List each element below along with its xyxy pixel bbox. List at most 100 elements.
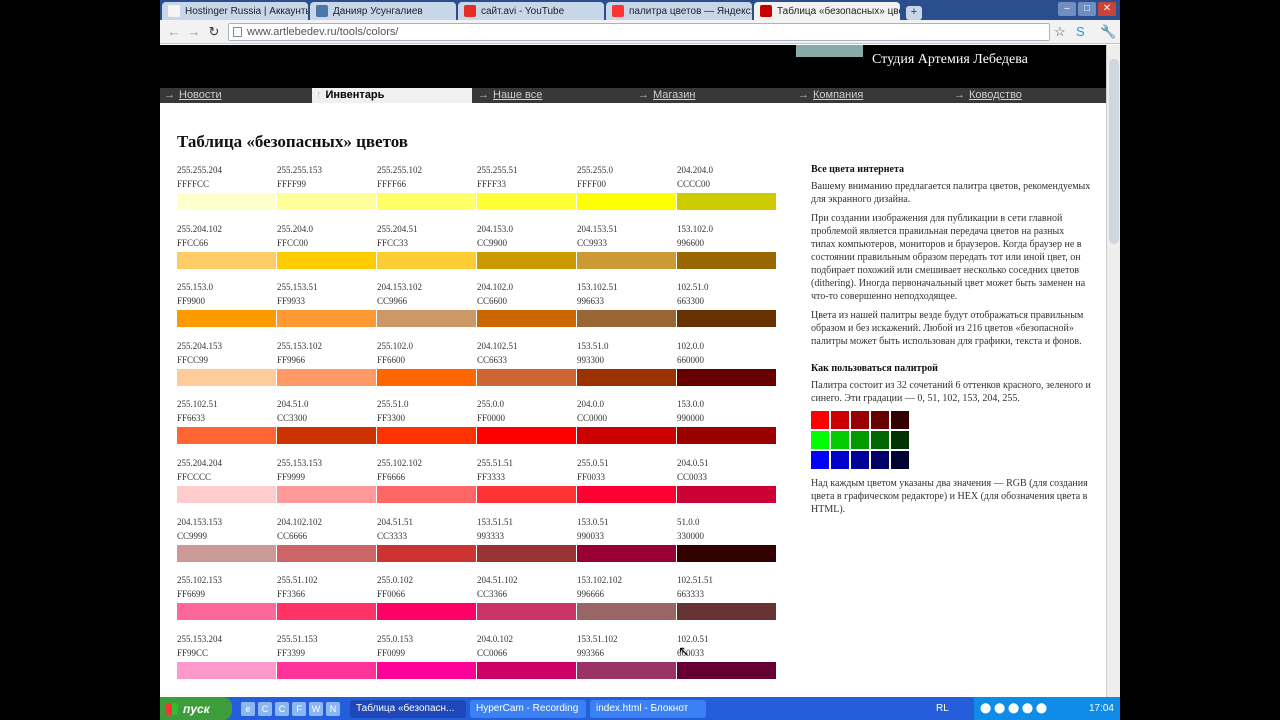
menu-item[interactable]: ↑ Инвентарь	[312, 88, 472, 103]
menu-item-label[interactable]: Магазин	[653, 89, 695, 101]
taskbar-button[interactable]: index.html - Блокнот	[590, 699, 706, 718]
quick-launch-icon[interactable]: e	[241, 701, 255, 716]
color-swatch[interactable]	[377, 544, 476, 562]
color-swatch[interactable]	[177, 544, 276, 562]
color-swatch[interactable]	[677, 486, 776, 503]
color-swatch[interactable]	[377, 368, 476, 386]
maximize-icon[interactable]: □	[1078, 2, 1096, 16]
color-swatch[interactable]	[477, 661, 576, 679]
menu-item[interactable]: → Магазин	[638, 88, 695, 103]
color-swatch[interactable]	[377, 193, 476, 210]
address-bar[interactable]: www.artlebedev.ru/tools/colors/	[228, 23, 1050, 41]
quick-launch-icon[interactable]: F	[292, 701, 306, 716]
start-button[interactable]: пуск	[160, 697, 232, 720]
color-swatch[interactable]	[577, 544, 676, 562]
browser-tab[interactable]: Данияр Усунгалиев	[310, 2, 456, 20]
color-swatch[interactable]	[677, 427, 776, 445]
menu-item-label[interactable]: Наше все	[493, 89, 542, 101]
taskbar-button[interactable]: HyperCam - Recording	[470, 699, 586, 718]
quick-launch-icon[interactable]: W	[309, 701, 323, 716]
color-swatch[interactable]	[177, 368, 276, 386]
tray-icons[interactable]: ⬤ ⬤ ⬤ ⬤ ⬤	[980, 703, 1047, 714]
color-swatch[interactable]	[577, 251, 676, 269]
color-swatch[interactable]	[177, 193, 276, 210]
color-swatch[interactable]	[277, 603, 376, 621]
sample-swatch	[871, 431, 889, 449]
browser-tab[interactable]: Таблица «безопасных» цвет	[754, 2, 900, 20]
menu-item[interactable]: → Новости	[164, 88, 222, 103]
color-swatch[interactable]	[677, 251, 776, 269]
new-tab-button[interactable]: +	[906, 6, 922, 20]
menu-item-label[interactable]: Компания	[813, 89, 863, 101]
menu-item[interactable]: → Наше все	[478, 88, 542, 103]
minimize-icon[interactable]: –	[1058, 2, 1076, 16]
color-swatch[interactable]	[377, 251, 476, 269]
color-swatch[interactable]	[177, 427, 276, 445]
color-swatch[interactable]	[577, 661, 676, 679]
color-swatch[interactable]	[277, 310, 376, 328]
color-swatch[interactable]	[177, 486, 276, 503]
color-swatch[interactable]	[477, 427, 576, 445]
color-swatch[interactable]	[577, 193, 676, 210]
menu-item-label[interactable]: Инвентарь	[326, 89, 385, 101]
browser-tab[interactable]: сайт.avi - YouTube	[458, 2, 604, 20]
color-swatch[interactable]	[577, 486, 676, 503]
bookmark-star-icon[interactable]: ☆	[1054, 24, 1066, 40]
color-swatch[interactable]	[677, 310, 776, 328]
menu-item-label[interactable]: Ководство	[969, 89, 1022, 101]
color-swatch[interactable]	[477, 310, 576, 328]
quick-launch-icon[interactable]: C	[258, 701, 272, 716]
hex-value: FF0066	[377, 589, 406, 600]
language-indicator[interactable]: RL	[936, 703, 949, 714]
color-swatch[interactable]	[477, 251, 576, 269]
close-icon[interactable]: ✕	[1098, 2, 1116, 16]
quick-launch-icon[interactable]: C	[275, 701, 289, 716]
taskbar-button[interactable]: Таблица «безопасн...	[350, 699, 466, 718]
hex-value: 330000	[677, 530, 704, 541]
vertical-scrollbar[interactable]	[1106, 45, 1120, 697]
color-swatch[interactable]	[477, 544, 576, 562]
skype-icon[interactable]: S	[1076, 24, 1085, 39]
color-swatch[interactable]	[277, 544, 376, 562]
color-swatch[interactable]	[477, 486, 576, 503]
color-swatch[interactable]	[177, 251, 276, 269]
color-swatch[interactable]	[377, 603, 476, 621]
color-swatch[interactable]	[277, 368, 376, 386]
color-swatch[interactable]	[477, 603, 576, 621]
color-swatch[interactable]	[377, 486, 476, 503]
color-swatch[interactable]	[677, 661, 776, 679]
quick-launch-icon[interactable]: N	[326, 701, 340, 716]
scrollbar-thumb[interactable]	[1109, 59, 1119, 244]
color-swatch[interactable]	[377, 427, 476, 445]
menu-item[interactable]: → Компания	[798, 88, 863, 103]
color-swatch[interactable]	[277, 486, 376, 503]
color-swatch[interactable]	[277, 193, 376, 210]
site-logo[interactable]	[796, 45, 863, 57]
reload-icon[interactable]: ↻	[204, 24, 224, 40]
color-swatch[interactable]	[277, 251, 376, 269]
color-swatch[interactable]	[577, 310, 676, 328]
color-swatch[interactable]	[377, 310, 476, 328]
color-swatch[interactable]	[177, 661, 276, 679]
color-swatch[interactable]	[677, 368, 776, 386]
color-swatch[interactable]	[477, 193, 576, 210]
color-swatch[interactable]	[577, 368, 676, 386]
color-swatch[interactable]	[277, 661, 376, 679]
menu-item-label[interactable]: Новости	[179, 89, 222, 101]
color-swatch[interactable]	[277, 427, 376, 445]
color-swatch[interactable]	[177, 603, 276, 621]
color-swatch[interactable]	[577, 427, 676, 445]
forward-arrow-icon[interactable]: →	[184, 24, 204, 39]
menu-item[interactable]: → Ководство	[954, 88, 1022, 103]
color-swatch[interactable]	[677, 544, 776, 562]
browser-tab[interactable]: палитра цветов — Яндекс: Н	[606, 2, 752, 20]
color-swatch[interactable]	[477, 368, 576, 386]
color-swatch[interactable]	[677, 603, 776, 621]
browser-tab[interactable]: Hostinger Russia | Аккаунты	[162, 2, 308, 20]
wrench-icon[interactable]: 🔧	[1100, 24, 1116, 40]
color-swatch[interactable]	[677, 193, 776, 210]
color-swatch[interactable]	[577, 603, 676, 621]
color-swatch[interactable]	[377, 661, 476, 679]
back-arrow-icon[interactable]: ←	[164, 24, 184, 39]
color-swatch[interactable]	[177, 310, 276, 328]
